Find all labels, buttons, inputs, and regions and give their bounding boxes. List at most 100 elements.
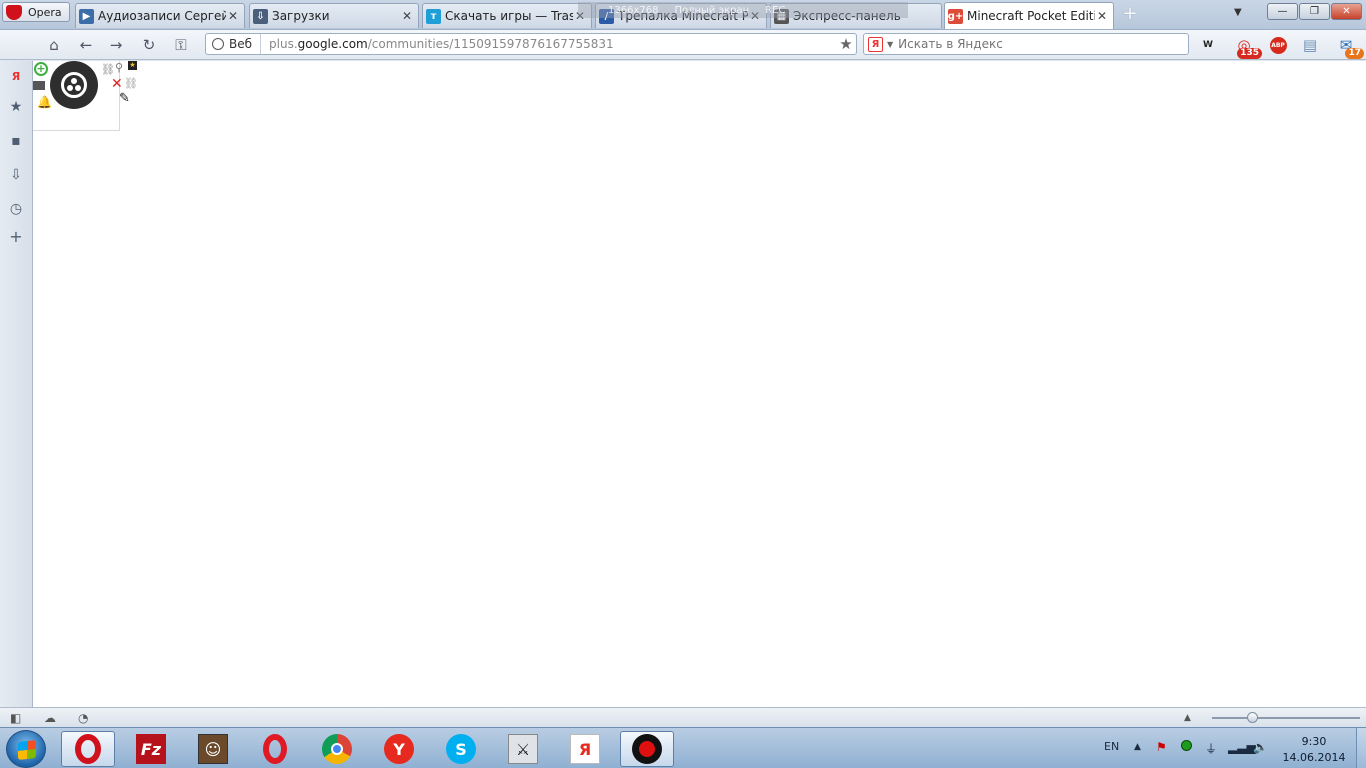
- close-tab-icon[interactable]: ✕: [400, 9, 414, 23]
- back-icon[interactable]: ←: [76, 36, 96, 54]
- opera-unite-cloud-icon[interactable]: ☁: [44, 711, 56, 725]
- bookmark-star-icon[interactable]: ★: [836, 35, 856, 53]
- sidebar-downloads-icon[interactable]: ⇩: [7, 166, 25, 184]
- location-pin-icon[interactable]: ⚲: [115, 61, 123, 74]
- system-clock[interactable]: 9:30 14.06.2014: [1282, 734, 1346, 766]
- taskbar-yandex-browser[interactable]: Y: [372, 731, 426, 767]
- recorder-mode: Полный экран: [674, 4, 750, 16]
- logo-dot: [71, 78, 77, 84]
- search-field[interactable]: Я ▼: [863, 33, 1189, 55]
- status-bar: ◧ ☁ ◔ ▲: [0, 707, 1366, 727]
- network-error-flag-icon[interactable]: ⚑: [1156, 740, 1167, 754]
- tab-google-plus[interactable]: g+ Minecraft Pocket Editio... ✕: [944, 2, 1114, 29]
- site-info-badge[interactable]: Веб: [206, 34, 262, 54]
- yandex-browser-icon: Y: [384, 734, 414, 764]
- close-tab-icon[interactable]: ✕: [226, 9, 240, 23]
- url-prefix: plus.: [269, 37, 298, 51]
- vk-audio-icon: ▶: [79, 8, 94, 24]
- close-tab-icon[interactable]: ✕: [1095, 9, 1109, 23]
- taskbar-game[interactable]: ☺: [186, 731, 240, 767]
- taskbar-opera-active[interactable]: [61, 731, 115, 767]
- unlink-icon[interactable]: ⛓: [124, 77, 138, 90]
- taskbar-yandex[interactable]: Я: [558, 731, 612, 767]
- opera-logo-icon: [6, 4, 22, 20]
- tab-downloads[interactable]: ⇩ Загрузки ✕: [249, 3, 419, 28]
- restore-button[interactable]: ❐: [1299, 3, 1330, 20]
- wiki-extension-icon[interactable]: W: [1198, 35, 1218, 55]
- recorder-resolution: 1366x768: [608, 4, 659, 16]
- key-icon[interactable]: ⚿: [170, 36, 192, 54]
- yandex-icon[interactable]: Я: [868, 36, 883, 52]
- counter-strike-icon: ⚔: [508, 734, 538, 764]
- minimize-button[interactable]: —: [1267, 3, 1298, 20]
- pencil-icon[interactable]: ✎: [119, 91, 130, 106]
- url-text[interactable]: plus.google.com/communities/115091597876…: [261, 37, 836, 51]
- address-field[interactable]: Веб plus.google.com/communities/11509159…: [205, 33, 857, 55]
- clock-date: 14.06.2014: [1282, 751, 1346, 764]
- speed-gauge-icon[interactable]: ◔: [78, 711, 88, 725]
- tab-audio[interactable]: ▶ Аудиозаписи Сергей ... ✕: [75, 3, 245, 28]
- logo-dot: [67, 85, 73, 91]
- add-circle-icon[interactable]: +: [34, 62, 48, 76]
- search-input[interactable]: [898, 37, 1188, 51]
- windows-logo-icon: [18, 740, 36, 760]
- window-close-button[interactable]: ✕: [1331, 3, 1362, 20]
- new-tab-button[interactable]: +: [1121, 5, 1139, 23]
- close-x-icon[interactable]: ✕: [111, 76, 123, 92]
- mail-extension-icon[interactable]: ✉ 17: [1336, 35, 1364, 59]
- taskbar-chrome[interactable]: [310, 731, 364, 767]
- taskbar-opera-2[interactable]: [248, 731, 302, 767]
- clock-time: 9:30: [1301, 735, 1327, 748]
- sidebar-history-clock-icon[interactable]: ◷: [7, 200, 25, 218]
- sidebar-yandex-icon[interactable]: Я: [7, 67, 25, 85]
- notes-extension-icon[interactable]: ▤: [1300, 35, 1320, 55]
- tab-trashbox[interactable]: т Скачать игры — Trash... ✕: [422, 3, 592, 28]
- downloads-icon: ⇩: [253, 8, 268, 24]
- taskbar-recorder[interactable]: [620, 731, 674, 767]
- show-hidden-icons-icon[interactable]: ▲: [1134, 742, 1141, 752]
- bell-icon[interactable]: 🔔: [37, 95, 52, 109]
- volume-speaker-icon[interactable]: 🔈: [1253, 740, 1268, 754]
- screen-recorder-icon: [632, 734, 662, 764]
- tab-label: Скачать игры — Trash...: [445, 9, 573, 23]
- network-signal-icon[interactable]: ▂▃▅: [1228, 740, 1256, 754]
- link-icon[interactable]: ⛓: [101, 63, 115, 76]
- taskbar-filezilla[interactable]: Fz: [124, 731, 178, 767]
- usb-device-icon[interactable]: ⏚: [1205, 740, 1217, 757]
- recorder-rec-label: REC: [765, 4, 786, 16]
- forward-icon[interactable]: →: [106, 36, 126, 54]
- adblock-icon[interactable]: ABP: [1268, 35, 1288, 55]
- trashbox-icon: т: [426, 8, 441, 24]
- zoom-slider-track[interactable]: [1212, 717, 1360, 719]
- start-button[interactable]: [6, 730, 46, 768]
- taskbar-counter-strike[interactable]: ⚔: [496, 731, 550, 767]
- sidebar-add-panel-icon[interactable]: +: [7, 227, 25, 246]
- community-loading-widget: + 🔔 ⛓ ⚲ ★ ✕ ⛓ ✎: [33, 61, 138, 131]
- taskbar-skype[interactable]: S: [434, 731, 488, 767]
- address-toolbar: ⌂ ← → ↻ ⚿ Веб plus.google.com/communitie…: [0, 30, 1366, 60]
- sidebar-notes-icon[interactable]: ▪: [7, 132, 25, 150]
- search-engine-dropdown-icon[interactable]: ▼: [887, 40, 893, 49]
- show-desktop-button[interactable]: [1356, 728, 1366, 768]
- star-badge-icon[interactable]: ★: [128, 61, 137, 70]
- web-badge-label: Веб: [229, 37, 253, 51]
- mail-notifier-icon[interactable]: ◎ 135: [1234, 35, 1262, 59]
- video-camera-icon[interactable]: [33, 81, 45, 90]
- toggle-panel-icon[interactable]: ◧: [10, 711, 21, 725]
- tab-label: Аудиозаписи Сергей ...: [98, 9, 226, 23]
- language-indicator[interactable]: EN: [1104, 740, 1119, 753]
- opera-menu-button[interactable]: Opera: [2, 2, 70, 22]
- tab-list-chevron-icon[interactable]: ▼: [1234, 7, 1242, 18]
- url-domain: google.com: [297, 37, 368, 51]
- reload-icon[interactable]: ↻: [139, 36, 159, 54]
- zoom-slider-thumb[interactable]: [1247, 712, 1258, 723]
- sidebar-bookmarks-star-icon[interactable]: ★: [7, 98, 25, 116]
- game-character-icon: ☺: [198, 734, 228, 764]
- home-icon[interactable]: ⌂: [44, 36, 64, 54]
- page-content: + 🔔 ⛓ ⚲ ★ ✕ ⛓ ✎: [33, 61, 1366, 707]
- google-plus-icon: g+: [947, 8, 964, 24]
- recorder-overlay: 1366x768 Полный экран REC: [578, 2, 908, 18]
- status-green-dot-icon[interactable]: [1181, 740, 1192, 754]
- zoom-menu-icon[interactable]: ▲: [1184, 713, 1191, 723]
- mail2-counter-badge: 17: [1345, 48, 1364, 59]
